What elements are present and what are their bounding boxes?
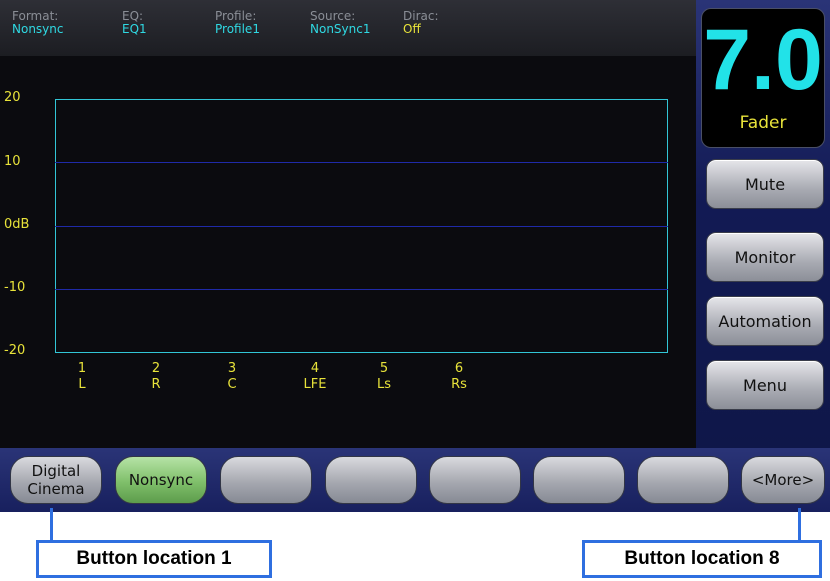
callout-pointer-left: [50, 508, 53, 542]
gridline-0db: [55, 226, 668, 227]
y-label-10: 10: [4, 154, 21, 169]
profile-value: Profile1: [215, 22, 260, 36]
softkey-6[interactable]: [533, 456, 625, 504]
fader-display[interactable]: 7.0 Fader: [701, 8, 825, 148]
automation-button[interactable]: Automation: [706, 296, 824, 346]
fader-value: 7.0: [703, 12, 823, 108]
channel-number: 1: [77, 361, 87, 376]
dirac-field: Dirac: Off: [403, 10, 439, 36]
format-value: Nonsync: [12, 22, 64, 36]
softkey-4[interactable]: [325, 456, 417, 504]
softkey-8-more[interactable]: <More>: [741, 456, 825, 504]
eq-value: EQ1: [122, 22, 147, 36]
right-panel: 7.0 Fader Mute Monitor Automation Menu: [696, 0, 830, 512]
format-field: Format: Nonsync: [12, 10, 63, 36]
y-label-minus20: -20: [4, 343, 26, 358]
y-label-0db: 0dB: [4, 217, 30, 232]
channel-name: Ls: [376, 377, 391, 392]
channel-2: 2 R: [136, 361, 176, 393]
channel-number: 5: [379, 361, 389, 376]
dirac-value: Off: [403, 22, 421, 36]
eq-field: EQ: EQ1: [122, 10, 147, 36]
gridline-10: [55, 162, 668, 163]
eq-graph: 20 10 0dB -10 -20 1 L 2 R 3 C 4 LFE 5 Ls…: [0, 56, 696, 448]
channel-number: 4: [310, 361, 320, 376]
channel-number: 3: [227, 361, 237, 376]
channel-6: 6 Rs: [439, 361, 479, 393]
channel-4: 4 LFE: [295, 361, 335, 393]
softkey-7[interactable]: [637, 456, 729, 504]
softkey-5[interactable]: [429, 456, 521, 504]
channel-number: 2: [151, 361, 161, 376]
menu-button[interactable]: Menu: [706, 360, 824, 410]
source-field: Source: NonSync1: [310, 10, 370, 36]
gridline-minus10: [55, 289, 668, 290]
mute-button[interactable]: Mute: [706, 159, 824, 209]
softkey-3[interactable]: [220, 456, 312, 504]
profile-field: Profile: Profile1: [215, 10, 260, 36]
device-screen: Format: Nonsync EQ: EQ1 Profile: Profile…: [0, 0, 830, 512]
softkey-2-nonsync[interactable]: Nonsync: [115, 456, 207, 504]
monitor-button[interactable]: Monitor: [706, 232, 824, 282]
y-label-20: 20: [4, 90, 21, 105]
channel-1: 1 L: [62, 361, 102, 393]
softkey-1-digital-cinema[interactable]: Digital Cinema: [10, 456, 102, 504]
callout-button-location-8: Button location 8: [582, 540, 822, 578]
y-label-minus10: -10: [4, 280, 26, 295]
channel-name: L: [78, 377, 86, 392]
fader-label: Fader: [739, 113, 787, 133]
channel-name: Rs: [451, 377, 467, 392]
callout-pointer-right: [798, 508, 801, 542]
channel-name: R: [151, 377, 161, 392]
channel-number: 6: [454, 361, 464, 376]
channel-name: LFE: [303, 377, 327, 392]
status-header: Format: Nonsync EQ: EQ1 Profile: Profile…: [0, 0, 696, 56]
source-value: NonSync1: [310, 22, 371, 36]
channel-name: C: [227, 377, 237, 392]
channel-5: 5 Ls: [364, 361, 404, 393]
channel-3: 3 C: [212, 361, 252, 393]
softkey-bar: Digital Cinema Nonsync <More>: [0, 448, 830, 512]
callout-button-location-1: Button location 1: [36, 540, 272, 578]
